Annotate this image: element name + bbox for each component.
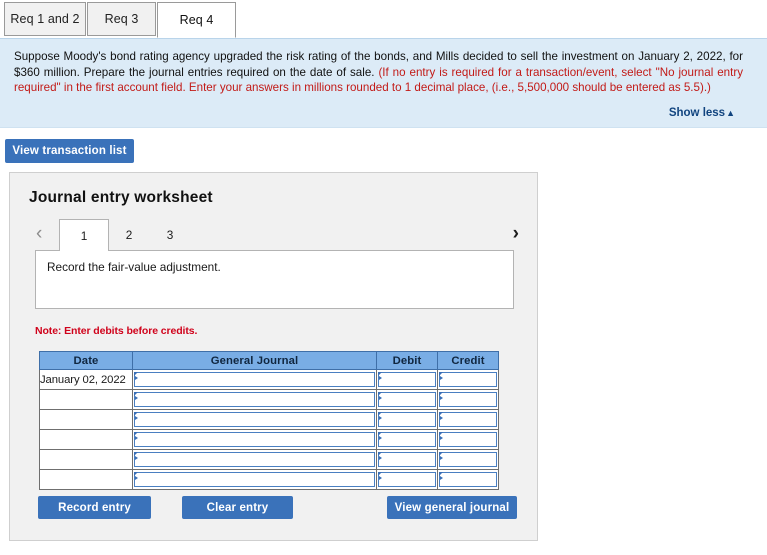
cell-input[interactable] — [439, 432, 497, 447]
caret-up-icon: ▲ — [726, 107, 735, 118]
pager-page-1[interactable]: 1 — [59, 219, 109, 251]
general-journal-input-cell[interactable] — [132, 429, 377, 450]
show-less-link[interactable]: Show less▲ — [669, 107, 735, 119]
date-cell[interactable]: January 02, 2022 — [39, 369, 133, 390]
tab-req-4[interactable]: Req 4 — [157, 2, 236, 38]
date-cell[interactable] — [39, 469, 133, 490]
cell-input[interactable] — [134, 452, 375, 467]
cell-input[interactable] — [378, 452, 436, 467]
column-header-general-journal: General Journal — [132, 351, 377, 370]
credit-input-cell[interactable] — [437, 369, 499, 390]
cell-input[interactable] — [378, 412, 436, 427]
column-header-credit: Credit — [437, 351, 499, 370]
cell-input[interactable] — [378, 472, 436, 487]
debit-input-cell[interactable] — [376, 449, 438, 470]
tab-req-3[interactable]: Req 3 — [87, 2, 156, 36]
chevron-left-icon[interactable]: ‹ — [36, 221, 42, 247]
journal-entry-table: Date General Journal Debit Credit Januar… — [39, 351, 499, 490]
date-cell[interactable] — [39, 389, 133, 410]
worksheet-pager: ‹ 1 2 3 › — [26, 219, 522, 252]
clear-entry-button[interactable]: Clear entry — [182, 496, 293, 519]
table-row — [39, 429, 499, 450]
debits-before-credits-note: Note: Enter debits before credits. — [35, 325, 198, 337]
worksheet-description-text: Record the fair-value adjustment. — [47, 260, 221, 274]
date-cell[interactable] — [39, 409, 133, 430]
pager-page-label: 2 — [125, 227, 133, 242]
journal-entry-worksheet-panel: Journal entry worksheet ‹ 1 2 3 › Record… — [9, 172, 538, 541]
cell-input[interactable] — [439, 452, 497, 467]
column-header-date: Date — [39, 351, 133, 370]
tab-label: Req 4 — [179, 13, 214, 27]
table-row — [39, 409, 499, 430]
date-cell[interactable] — [39, 429, 133, 450]
general-journal-input-cell[interactable] — [132, 449, 377, 470]
show-less-label: Show less — [668, 106, 726, 119]
cell-input[interactable] — [134, 372, 375, 387]
tab-req-1-and-2[interactable]: Req 1 and 2 — [4, 2, 86, 36]
general-journal-input-cell[interactable] — [132, 409, 377, 430]
pager-page-label: 1 — [80, 228, 88, 243]
table-row: January 02, 2022 — [39, 369, 499, 390]
view-transaction-list-button[interactable]: View transaction list — [5, 139, 134, 163]
debit-input-cell[interactable] — [376, 409, 438, 430]
tab-label: Req 3 — [104, 12, 139, 26]
pager-page-2[interactable]: 2 — [114, 219, 144, 250]
pager-page-3[interactable]: 3 — [155, 219, 185, 250]
tab-strip: Req 1 and 2 Req 3 Req 4 — [0, 0, 767, 38]
column-header-debit: Debit — [376, 351, 438, 370]
cell-input[interactable] — [439, 392, 497, 407]
cell-input[interactable] — [134, 392, 375, 407]
show-less-row: Show less▲ — [14, 105, 743, 119]
debit-input-cell[interactable] — [376, 469, 438, 490]
tab-label: Req 1 and 2 — [10, 12, 80, 26]
cell-input[interactable] — [378, 372, 436, 387]
cell-input[interactable] — [439, 372, 497, 387]
cell-input[interactable] — [378, 392, 436, 407]
worksheet-description-box: Record the fair-value adjustment. — [35, 250, 514, 309]
record-entry-button[interactable]: Record entry — [38, 496, 151, 519]
credit-input-cell[interactable] — [437, 469, 499, 490]
cell-input[interactable] — [378, 432, 436, 447]
credit-input-cell[interactable] — [437, 389, 499, 410]
general-journal-input-cell[interactable] — [132, 369, 377, 390]
instruction-text: Suppose Moody's bond rating agency upgra… — [14, 49, 743, 96]
cell-input[interactable] — [439, 472, 497, 487]
credit-input-cell[interactable] — [437, 409, 499, 430]
table-row — [39, 469, 499, 490]
debit-input-cell[interactable] — [376, 389, 438, 410]
worksheet-title: Journal entry worksheet — [29, 189, 213, 206]
credit-input-cell[interactable] — [437, 429, 499, 450]
credit-input-cell[interactable] — [437, 449, 499, 470]
date-cell[interactable] — [39, 449, 133, 470]
chevron-right-icon[interactable]: › — [513, 221, 519, 247]
view-general-journal-button[interactable]: View general journal — [387, 496, 517, 519]
table-row — [39, 389, 499, 410]
general-journal-input-cell[interactable] — [132, 469, 377, 490]
table-row — [39, 449, 499, 470]
debit-input-cell[interactable] — [376, 369, 438, 390]
cell-input[interactable] — [134, 472, 375, 487]
instructions-panel: Suppose Moody's bond rating agency upgra… — [0, 38, 767, 128]
cell-input[interactable] — [134, 412, 375, 427]
cell-input[interactable] — [134, 432, 375, 447]
debit-input-cell[interactable] — [376, 429, 438, 450]
pager-page-label: 3 — [166, 227, 174, 242]
cell-input[interactable] — [439, 412, 497, 427]
table-header-row: Date General Journal Debit Credit — [39, 351, 499, 370]
general-journal-input-cell[interactable] — [132, 389, 377, 410]
